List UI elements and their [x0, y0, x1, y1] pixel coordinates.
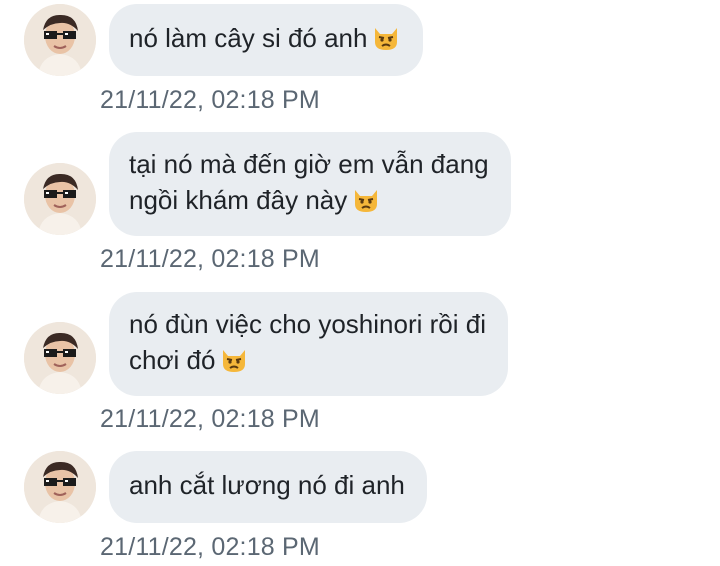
sender-avatar[interactable] — [24, 451, 96, 523]
message-text-line: chơi đó — [129, 342, 486, 378]
message-bubble[interactable]: nó đùn việc cho yoshinori rồi đi chơi đó — [109, 292, 508, 396]
chat-thread: nó làm cây si đó anh 21/11/22, 02:18 PM … — [0, 0, 720, 566]
sender-avatar[interactable] — [24, 322, 96, 394]
message-bubble[interactable]: anh cắt lương nó đi anh — [109, 451, 427, 523]
pouting-cat-icon — [351, 184, 381, 214]
message-timestamp: 21/11/22, 02:18 PM — [100, 245, 320, 273]
message-text-line: nó đùn việc cho yoshinori rồi đi — [129, 309, 486, 339]
message-text-line: anh cắt lương nó đi anh — [129, 470, 405, 500]
message-bubble[interactable]: tại nó mà đến giờ em vẫn đang ngồi khám … — [109, 132, 511, 236]
message-timestamp: 21/11/22, 02:18 PM — [100, 86, 320, 114]
message-text-line: nó làm cây si đó anh — [129, 20, 401, 56]
sender-avatar[interactable] — [24, 163, 96, 235]
sender-avatar[interactable] — [24, 4, 96, 76]
pouting-cat-icon — [371, 22, 401, 52]
pouting-cat-icon — [219, 344, 249, 374]
message-text-line: ngồi khám đây này — [129, 182, 489, 218]
message-timestamp: 21/11/22, 02:18 PM — [100, 533, 320, 561]
message-text-line: tại nó mà đến giờ em vẫn đang — [129, 149, 489, 179]
message-timestamp: 21/11/22, 02:18 PM — [100, 405, 320, 433]
message-bubble[interactable]: nó làm cây si đó anh — [109, 4, 424, 76]
